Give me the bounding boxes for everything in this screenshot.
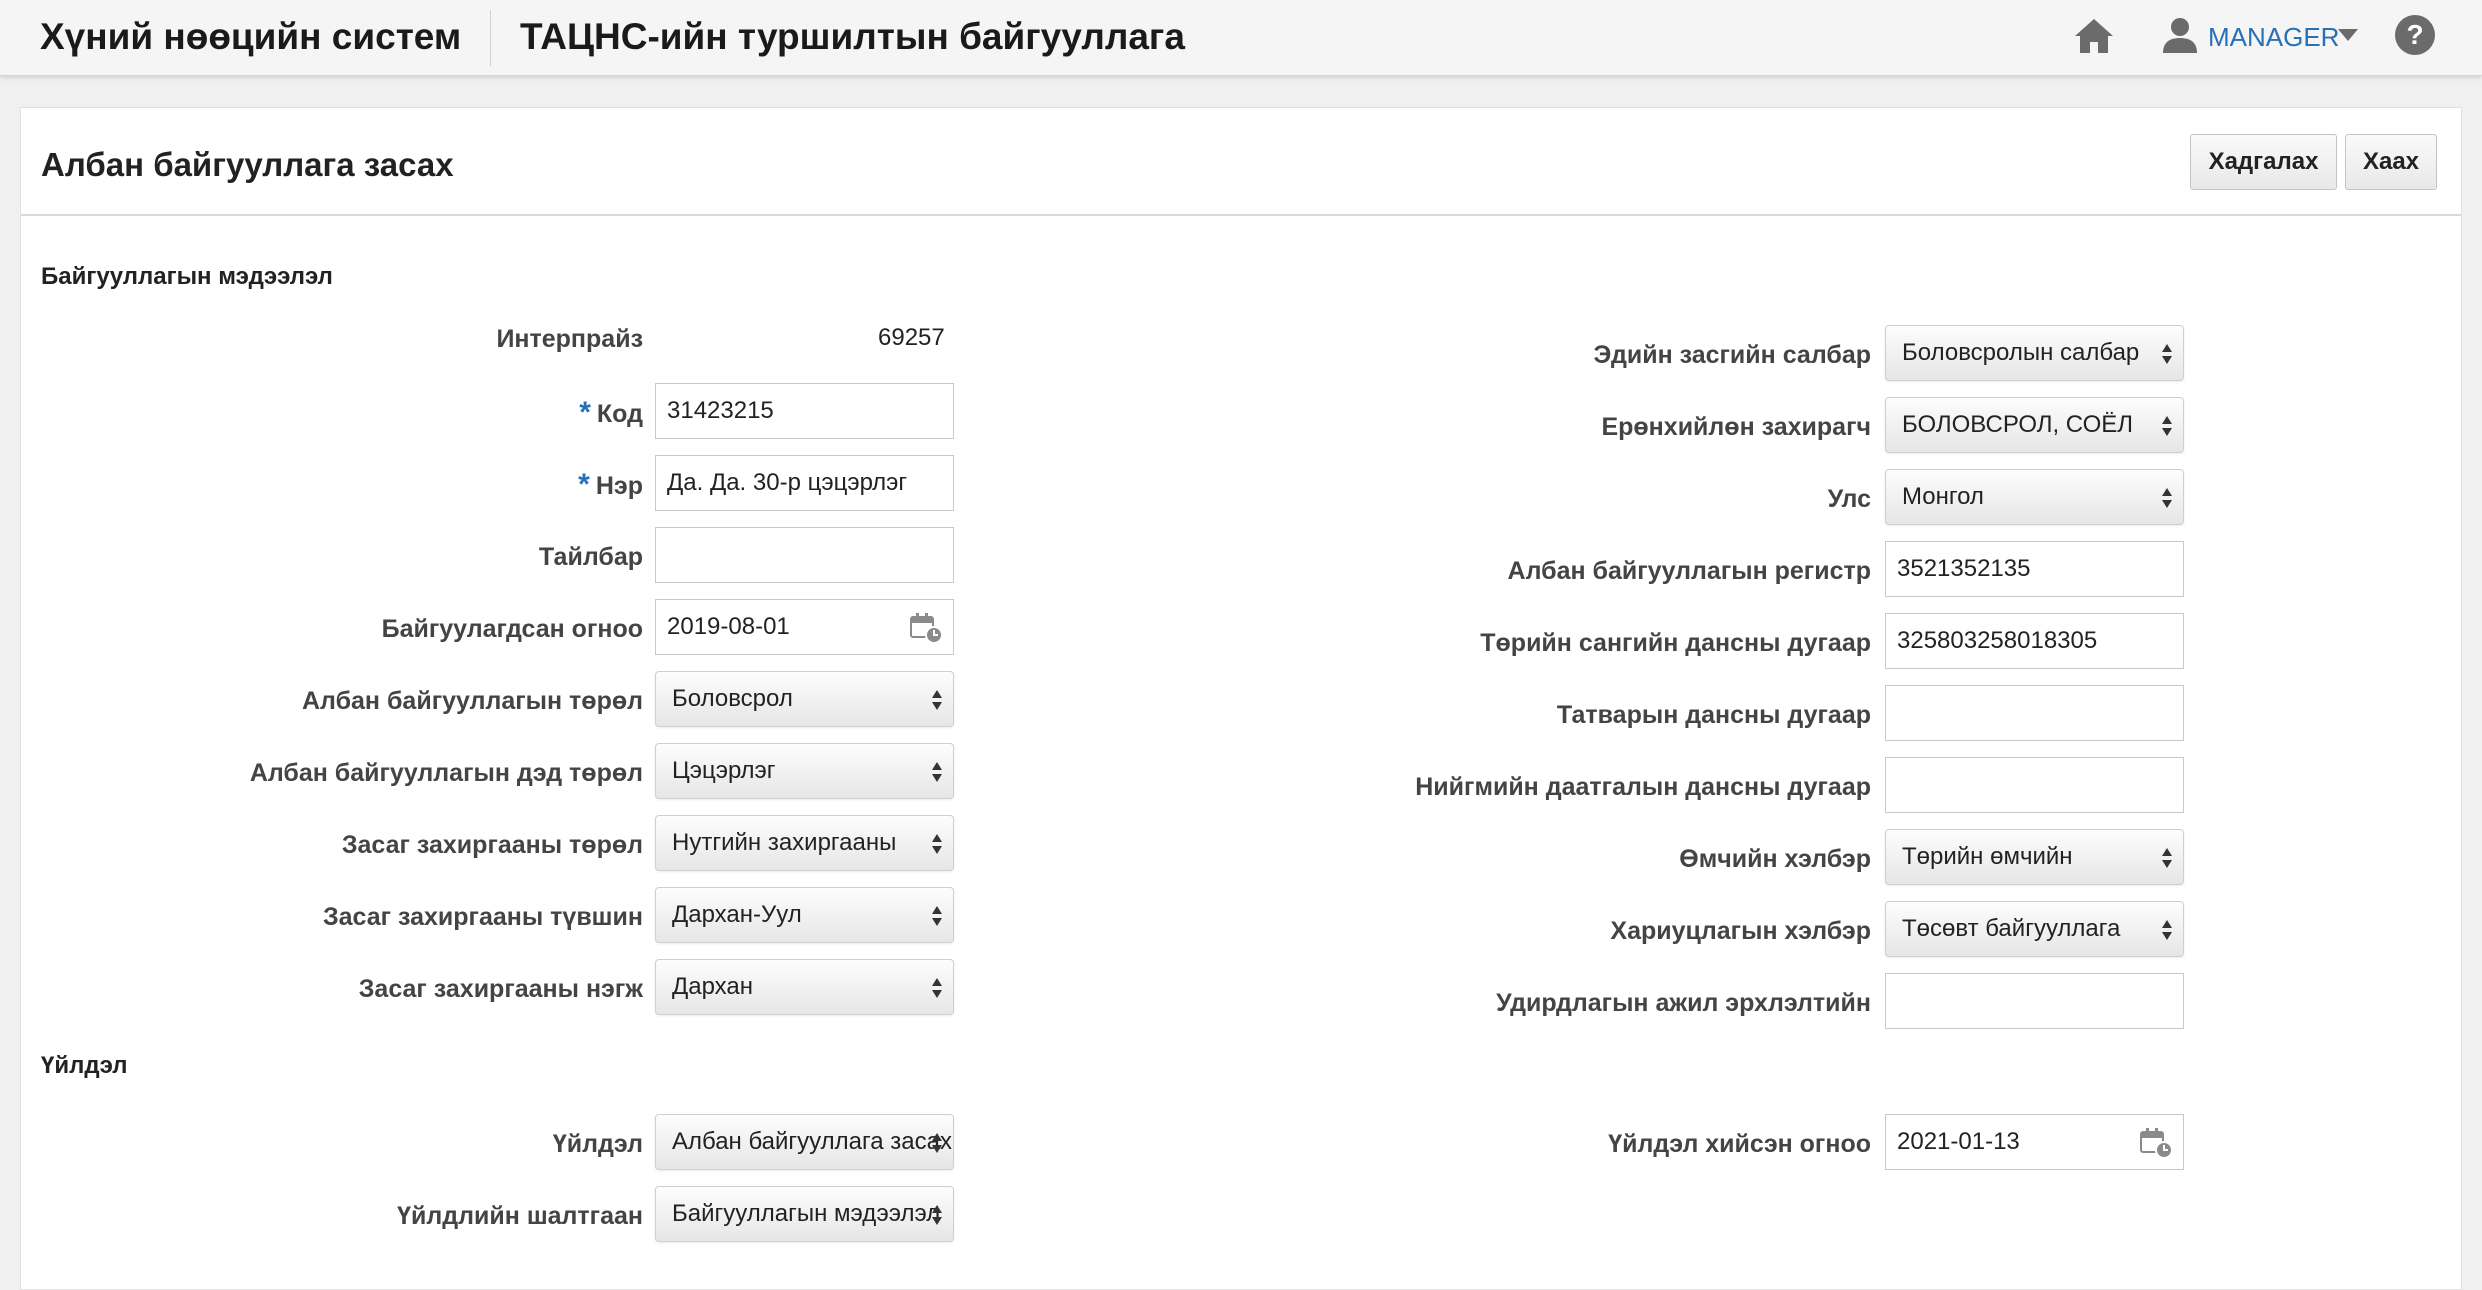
select-arrows-icon [2162,416,2172,436]
admin-level-label: Засаг захиргааны түвшин [322,903,643,931]
admin-type-select[interactable]: Нутгийн захиргааны [655,815,954,871]
select-arrows-icon [2162,920,2172,940]
action-date-value: 2021-01-13 [1897,1128,2020,1155]
responsibility-select[interactable]: Төсөвт байгууллага [1885,901,2184,957]
org-subtype-label: Албан байгууллагын дэд төрөл [249,759,643,787]
select-arrows-icon [932,834,942,854]
select-arrows-icon [932,906,942,926]
tax-account-input[interactable] [1885,685,2184,741]
select-arrows-icon [932,690,942,710]
admin-type-label: Засаг захиргааны төрөл [341,831,643,859]
name-label: * Нэр [578,468,643,501]
select-arrows-icon [932,762,942,782]
calendar-icon[interactable] [2139,1127,2173,1159]
founded-date-input[interactable]: 2019-08-01 [655,599,954,655]
general-manager-select[interactable]: БОЛОВСРОЛ, СОЁЛ [1885,397,2184,453]
org-subtype-select[interactable]: Цэцэрлэг [655,743,954,799]
required-marker: * [579,396,591,429]
select-arrows-icon [932,978,942,998]
home-icon[interactable] [2073,16,2115,56]
founded-date-label: Байгуулагдсан огноо [381,615,643,643]
economic-sector-select[interactable]: Боловсролын салбар [1885,325,2184,381]
enterprise-value: 69257 [878,324,945,351]
description-label: Тайлбар [538,543,643,571]
page-title: Албан байгууллага засах [41,146,454,183]
action-date-label: Үйлдэл хийсэн огноо [1608,1130,1871,1158]
org-type-select[interactable]: Боловсрол [655,671,954,727]
economic-sector-label: Эдийн засгийн салбар [1593,341,1872,369]
admin-unit-select[interactable]: Дархан [655,959,954,1015]
required-marker: * [578,468,590,501]
action-section-title: Үйлдэл [41,1052,128,1079]
description-input[interactable] [655,527,954,583]
org-info-section-title: Байгууллагын мэдээлэл [41,263,333,290]
select-arrows-icon [2162,488,2172,508]
panel-header: Албан байгууллага засах Хадгалах Хаах [21,108,2461,216]
ownership-select[interactable]: Төрийн өмчийн [1885,829,2184,885]
country-label: Улс [1827,485,1871,513]
app-title[interactable]: Хүний нөөцийн систем [40,16,461,58]
svg-text:?: ? [2406,19,2423,50]
header-divider [490,10,491,66]
user-icon[interactable] [2161,16,2199,54]
registry-label: Албан байгууллагын регистр [1507,557,1871,585]
edit-organization-panel: Албан байгууллага засах Хадгалах Хаах Ба… [20,107,2462,1290]
treasury-account-label: Төрийн сангийн дансны дугаар [1480,629,1871,657]
action-label: Үйлдэл [552,1130,643,1158]
select-arrows-icon [2162,848,2172,868]
org-type-label: Албан байгууллагын төрөл [301,687,643,715]
top-bar: Хүний нөөцийн систем ТАЦНС-ийн туршилтын… [0,0,2482,76]
action-reason-select[interactable]: Байгууллагын мэдээлэл [655,1186,954,1242]
code-input[interactable]: 31423215 [655,383,954,439]
management-authority-input[interactable] [1885,973,2184,1029]
save-button[interactable]: Хадгалах [2190,134,2337,190]
select-arrows-icon [932,1133,942,1153]
organization-title: ТАЦНС-ийн туршилтын байгууллага [520,16,1185,57]
management-authority-label: Удирдлагын ажил эрхлэлтийн [1496,989,1871,1017]
founded-date-value: 2019-08-01 [667,613,790,640]
tax-account-label: Татварын дансны дугаар [1556,701,1871,729]
country-select[interactable]: Монгол [1885,469,2184,525]
caret-down-icon[interactable] [2337,28,2359,42]
calendar-icon[interactable] [909,612,943,644]
user-menu-label[interactable]: MANAGER [2208,22,2339,53]
admin-level-select[interactable]: Дархан-Уул [655,887,954,943]
general-manager-label: Ерөнхийлөн захирагч [1601,413,1871,441]
admin-unit-label: Засаг захиргааны нэгж [358,975,643,1003]
close-button[interactable]: Хаах [2345,134,2437,190]
action-date-input[interactable]: 2021-01-13 [1885,1114,2184,1170]
select-arrows-icon [2162,344,2172,364]
social-insurance-account-label: Нийгмийн даатгалын дансны дугаар [1415,773,1871,801]
ownership-label: Өмчийн хэлбэр [1679,845,1871,873]
select-arrows-icon [932,1205,942,1225]
code-label: * Код [579,396,643,429]
registry-input[interactable]: 3521352135 [1885,541,2184,597]
name-input[interactable]: Да. Да. 30-р цэцэрлэг [655,455,954,511]
help-icon[interactable]: ? [2394,14,2436,56]
action-reason-label: Үйлдлийн шалтгаан [397,1202,643,1230]
social-insurance-account-input[interactable] [1885,757,2184,813]
enterprise-label: Интерпрайз [496,325,643,353]
treasury-account-input[interactable]: 325803258018305 [1885,613,2184,669]
action-select[interactable]: Албан байгууллага засах [655,1114,954,1170]
responsibility-label: Хариуцлагын хэлбэр [1610,917,1871,945]
